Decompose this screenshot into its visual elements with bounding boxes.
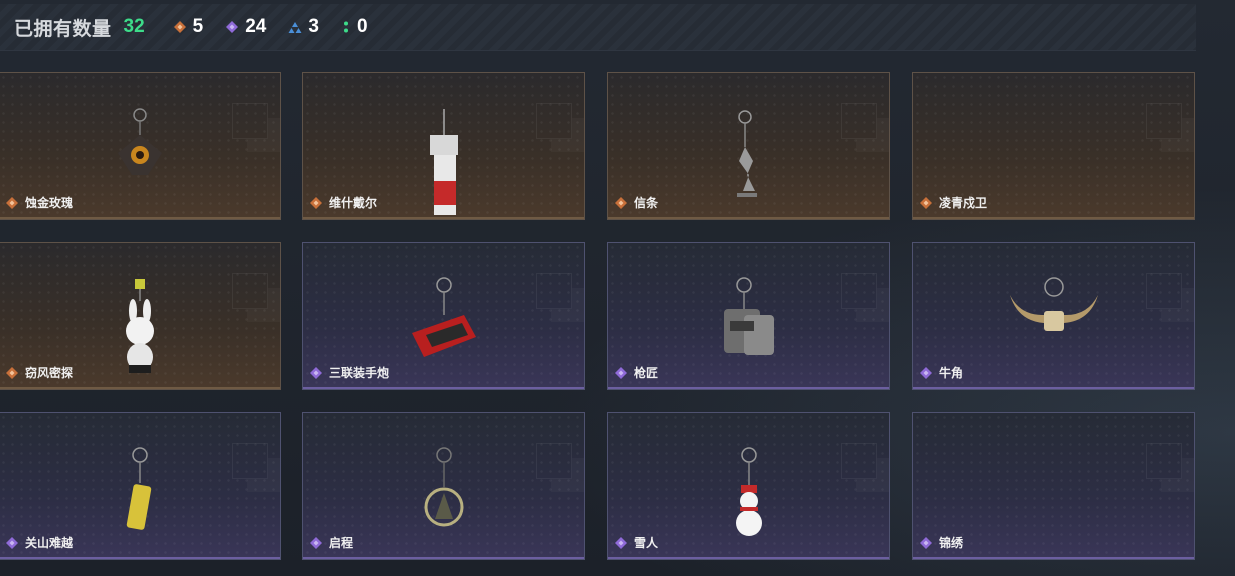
- bull-horn-keychain-icon: [1009, 277, 1098, 331]
- item-name: 关山难越: [25, 536, 74, 550]
- purple-diamond-icon: [6, 536, 18, 549]
- orange-diamond-icon: [615, 196, 627, 209]
- item-card[interactable]: 蚀金玫瑰: [0, 72, 281, 220]
- item-card[interactable]: 窃风密探: [0, 242, 281, 390]
- wind-thief-rabbit-keychain-icon: [125, 279, 154, 373]
- stat-orange-value: 5: [192, 16, 204, 37]
- item-card[interactable]: 启程: [302, 412, 585, 560]
- stat-orange: 5: [173, 16, 204, 38]
- stat-green-value: 0: [356, 16, 368, 37]
- item-name: 启程: [329, 536, 354, 550]
- item-card[interactable]: 三联装手炮: [302, 242, 585, 390]
- item-card[interactable]: 维什戴尔: [302, 72, 585, 220]
- purple-diamond-icon: [310, 366, 322, 379]
- gunsmith-tag-keychain-icon: [723, 277, 774, 355]
- item-card[interactable]: 信条: [607, 72, 890, 220]
- blue-triangle-icon: [288, 22, 302, 33]
- vishdell-tag-keychain-icon: [429, 109, 458, 215]
- orange-diamond-icon: [6, 196, 18, 209]
- departure-medal-keychain-icon: [424, 447, 463, 527]
- item-name: 窃风密探: [25, 366, 74, 380]
- orange-diamond-icon: [310, 196, 322, 209]
- purple-diamond-icon: [920, 536, 932, 549]
- purple-diamond-icon: [226, 21, 239, 33]
- stat-blue-value: 3: [308, 16, 319, 37]
- stat-purple: 24: [225, 16, 266, 38]
- inventory-summary-bar: 已拥有数量 32 5 24 3 0: [0, 4, 1196, 51]
- item-name: 三联装手炮: [329, 366, 390, 380]
- purple-diamond-icon: [920, 366, 932, 379]
- item-card[interactable]: 枪匠: [607, 242, 890, 390]
- item-card[interactable]: 锦绣: [912, 412, 1195, 560]
- gold-rose-keychain-icon: [117, 108, 162, 175]
- item-card[interactable]: 关山难越: [0, 412, 281, 560]
- owned-count-label: 已拥有数量: [14, 18, 112, 40]
- owned-count-value: 32: [123, 16, 145, 37]
- item-card[interactable]: 雪人: [607, 412, 890, 560]
- stat-purple-value: 24: [245, 16, 267, 37]
- item-card[interactable]: 牛角: [912, 242, 1195, 390]
- stat-blue: 3: [288, 16, 319, 38]
- item-name: 锦绣: [939, 536, 964, 550]
- item-name: 凌青戍卫: [939, 196, 988, 210]
- snowman-keychain-icon: [735, 447, 762, 536]
- orange-diamond-icon: [173, 21, 186, 33]
- purple-diamond-icon: [310, 536, 322, 549]
- mountain-pass-can-keychain-icon: [126, 447, 151, 530]
- orange-diamond-icon: [920, 196, 932, 209]
- purple-diamond-icon: [615, 536, 627, 549]
- item-name: 枪匠: [634, 366, 659, 380]
- stat-green: 0: [341, 16, 368, 38]
- item-name: 维什戴尔: [329, 196, 378, 210]
- creed-figure-keychain-icon: [736, 110, 757, 197]
- triple-hand-cannon-keychain-icon: [411, 277, 476, 357]
- orange-diamond-icon: [6, 366, 18, 379]
- item-name: 雪人: [634, 536, 659, 550]
- item-card[interactable]: 凌青戍卫: [912, 72, 1195, 220]
- item-name: 牛角: [939, 366, 964, 380]
- item-name: 信条: [634, 196, 659, 210]
- item-name: 蚀金玫瑰: [25, 196, 74, 210]
- green-dots-icon: [343, 21, 348, 33]
- purple-diamond-icon: [615, 366, 627, 379]
